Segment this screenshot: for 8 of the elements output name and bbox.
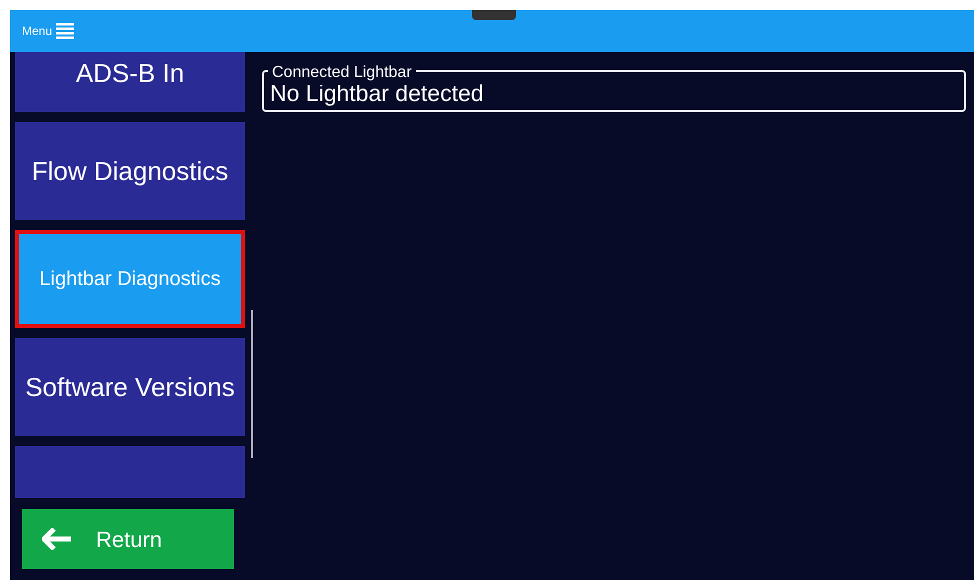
sidebar-item[interactable] xyxy=(15,446,245,498)
scrollbar[interactable] xyxy=(251,310,253,458)
menu-icon xyxy=(56,23,74,39)
drag-handle[interactable] xyxy=(472,10,516,20)
arrow-left-icon xyxy=(42,528,72,550)
sidebar-item[interactable]: Flow Diagnostics xyxy=(15,122,245,220)
sidebar-item[interactable]: Software Versions xyxy=(15,338,245,436)
sidebar-item[interactable]: ADS-B In xyxy=(15,52,245,112)
